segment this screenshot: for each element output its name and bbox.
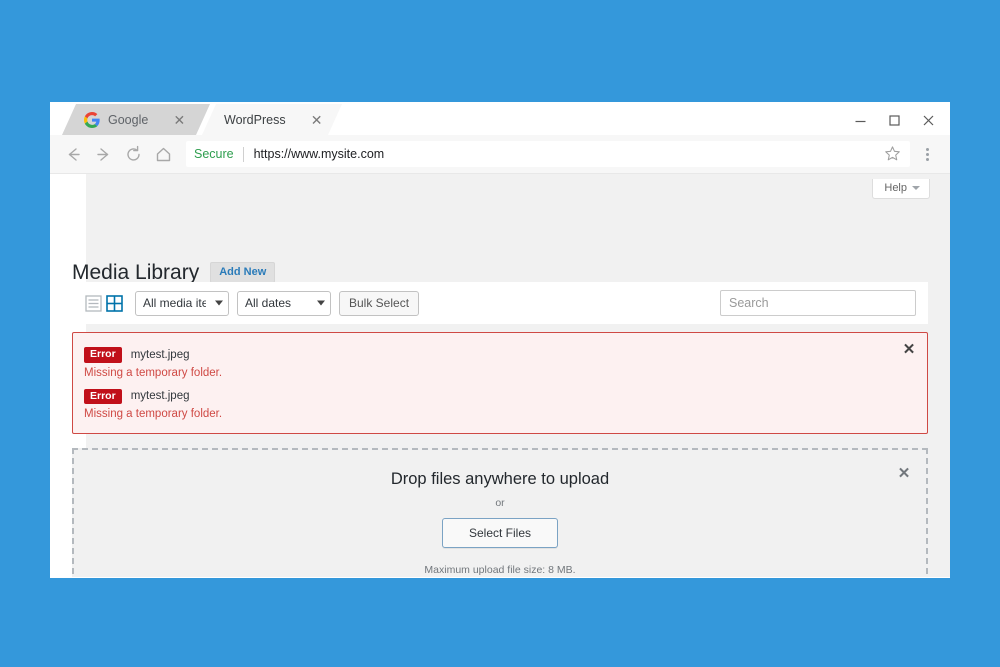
- back-arrow-icon[interactable]: [58, 139, 88, 169]
- max-upload-size-note: Maximum upload file size: 8 MB.: [424, 564, 576, 576]
- media-items-filter[interactable]: All media items: [135, 290, 229, 316]
- error-item: Error mytest.jpeg Missing a temporary fo…: [84, 347, 911, 379]
- browser-window: Google ✕ WordPress ✕ Secure https://www.…: [50, 102, 950, 578]
- error-item: Error mytest.jpeg Missing a temporary fo…: [84, 388, 911, 420]
- browser-tab-title: Google: [108, 112, 149, 127]
- add-new-button[interactable]: Add New: [210, 262, 276, 284]
- google-icon: [84, 111, 100, 128]
- drop-zone-or-label: or: [495, 497, 505, 509]
- close-icon[interactable]: ✕: [896, 466, 912, 482]
- close-icon[interactable]: [914, 108, 942, 132]
- reload-icon[interactable]: [118, 139, 148, 169]
- search-input[interactable]: [720, 290, 916, 316]
- close-icon[interactable]: ✕: [901, 342, 917, 358]
- menu-dot: [925, 147, 929, 151]
- page-title: Media Library: [72, 261, 200, 285]
- minimize-icon[interactable]: [846, 108, 874, 132]
- browser-toolbar: Secure https://www.mysite.com: [50, 135, 950, 174]
- drop-zone-headline: Drop files anywhere to upload: [390, 470, 610, 488]
- error-filename: mytest.jpeg: [130, 390, 190, 403]
- browser-tab-title: WordPress: [224, 112, 286, 127]
- status-badge: Error: [84, 388, 122, 404]
- maximize-icon[interactable]: [880, 108, 908, 132]
- menu-dot: [925, 157, 929, 161]
- error-filename: mytest.jpeg: [130, 348, 190, 361]
- error-row-head: Error mytest.jpeg: [84, 388, 911, 404]
- browser-tab-wordpress[interactable]: WordPress ✕: [202, 104, 342, 135]
- bulk-select-button[interactable]: Bulk Select: [339, 290, 420, 316]
- help-tab-button[interactable]: Help: [872, 179, 930, 199]
- select-files-button[interactable]: Select Files: [441, 518, 559, 548]
- omnibox[interactable]: Secure https://www.mysite.com: [186, 141, 910, 167]
- home-icon[interactable]: [148, 139, 178, 169]
- dates-filter-wrap: All dates: [237, 290, 331, 316]
- view-mode-switch: [84, 294, 123, 312]
- help-tab-label: Help: [884, 182, 907, 194]
- dates-filter[interactable]: All dates: [237, 290, 331, 316]
- new-tab-button[interactable]: [336, 112, 388, 135]
- browser-tab-strip: Google ✕ WordPress ✕: [50, 102, 950, 135]
- media-items-filter-wrap: All media items: [135, 290, 229, 316]
- file-drop-zone[interactable]: ✕ Drop files anywhere to upload or Selec…: [72, 448, 928, 577]
- grid-view-icon[interactable]: [105, 294, 123, 312]
- menu-dot: [925, 152, 929, 156]
- error-message: Missing a temporary folder.: [84, 366, 223, 379]
- secure-badge: Secure: [194, 147, 234, 161]
- status-badge: Error: [84, 347, 122, 363]
- upload-error-notice: ✕ Error mytest.jpeg Missing a temporary …: [72, 332, 928, 434]
- address-bar-url[interactable]: https://www.mysite.com: [254, 147, 884, 161]
- close-icon[interactable]: ✕: [310, 113, 324, 127]
- omnibox-divider: [242, 146, 244, 162]
- error-row-head: Error mytest.jpeg: [84, 347, 911, 363]
- browser-tab-google[interactable]: Google ✕: [62, 104, 210, 135]
- chrome-menu-icon[interactable]: [914, 141, 940, 167]
- drop-zone-inner: Drop files anywhere to upload or Select …: [74, 450, 926, 577]
- close-icon[interactable]: ✕: [172, 113, 186, 127]
- media-toolbar: All media items All dates Bulk Select: [72, 282, 928, 324]
- list-view-icon[interactable]: [84, 294, 102, 312]
- star-icon[interactable]: [884, 145, 902, 163]
- window-controls: [846, 108, 942, 132]
- page-viewport: Help Media Library Add New All media ite…: [50, 174, 950, 577]
- forward-arrow-icon[interactable]: [88, 139, 118, 169]
- chevron-down-icon: [912, 186, 920, 190]
- error-message: Missing a temporary folder.: [84, 408, 223, 420]
